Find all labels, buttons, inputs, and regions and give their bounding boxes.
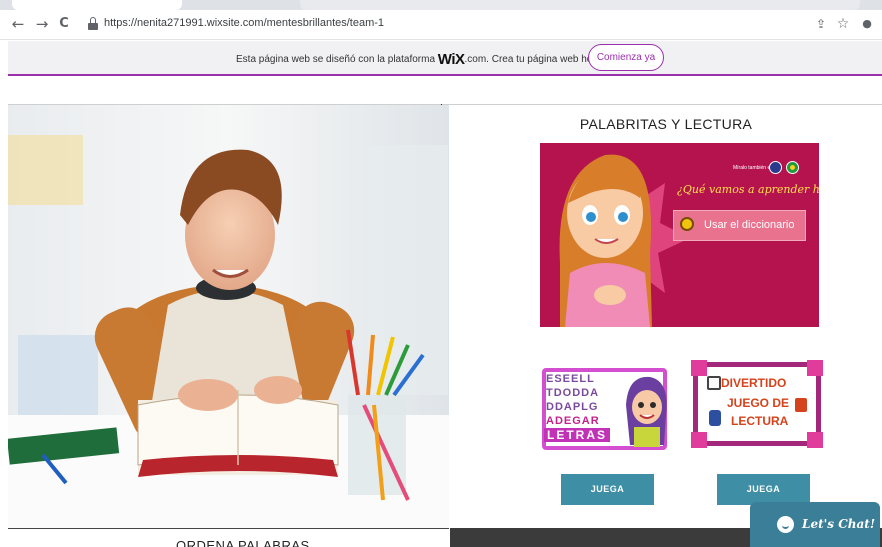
frame-corner: [691, 432, 707, 448]
frame-corner: [807, 432, 823, 448]
thumbnail-line: JUEGO DE: [727, 396, 790, 410]
thumbnail-line: DIVERTIDO: [721, 376, 787, 390]
back-icon[interactable]: ←: [8, 14, 28, 34]
order-words-label: ORDENA PALABRAS: [176, 538, 310, 547]
girl-character-icon: [626, 376, 667, 447]
url-text[interactable]: https://nenita271991.wixsite.com/mentesb…: [104, 17, 384, 29]
profile-icon[interactable]: ●: [858, 15, 876, 33]
game-question: ¿Qué vamos a aprender hoy?: [677, 183, 819, 196]
address-bar[interactable]: https://nenita271991.wixsite.com/mentesb…: [80, 13, 860, 35]
reading-game-banner[interactable]: Míralo también en: ¿Qué vamos a aprender…: [540, 143, 819, 327]
chat-smile-icon: [777, 516, 794, 533]
bee-icon: [680, 217, 694, 231]
reload-icon[interactable]: C: [54, 14, 74, 34]
reading-game-thumbnail[interactable]: DIVERTIDO JUEGO DE LECTURA: [691, 360, 823, 448]
reader-icon: [709, 410, 721, 426]
play-button-reading-game[interactable]: JUEGA: [717, 474, 810, 505]
browser-toolbar: ← → C https://nenita271991.wixsite.com/m…: [0, 10, 882, 40]
share-icon[interactable]: ⇪: [812, 15, 830, 33]
english-flag-icon[interactable]: [769, 161, 782, 174]
lock-icon: [88, 17, 98, 31]
letras-banner: LETRAS: [544, 428, 610, 442]
grid-row: TDODDA: [546, 387, 600, 399]
frame-corner: [691, 360, 707, 376]
wix-logo: WiX: [437, 51, 465, 68]
start-now-button[interactable]: Comienza ya: [588, 44, 664, 71]
thumbnail-line: LECTURA: [731, 414, 789, 428]
grid-row: ADEGAR: [546, 415, 600, 427]
section-title: PALABRITAS Y LECTURA: [579, 116, 753, 132]
star-icon[interactable]: ☆: [834, 15, 852, 33]
dice-icon: [707, 376, 721, 390]
wix-promo-message: Esta página web se diseñó con la platafo…: [236, 51, 600, 68]
portuguese-flag-icon[interactable]: [786, 161, 799, 174]
chat-label: Let's Chat!: [802, 517, 876, 531]
section-strip-left: ORDENA PALABRAS: [8, 528, 449, 547]
wix-promo-banner: Esta página web se diseñó con la platafo…: [8, 41, 882, 76]
word-search-game-thumbnail[interactable]: ESEELL TDODDA DDAPLG ADEGAR LETRAS: [542, 363, 674, 453]
chat-widget[interactable]: Let's Chat!: [750, 502, 880, 547]
tab-strip-background: [300, 0, 860, 10]
tab-active[interactable]: [12, 0, 182, 10]
book-icon: [795, 398, 807, 412]
boy-reading-image: [8, 105, 449, 528]
play-button-word-search[interactable]: JUEGA: [561, 474, 654, 505]
grid-row: ESEELL: [546, 373, 595, 385]
forward-icon[interactable]: →: [32, 14, 52, 34]
frame-corner: [807, 360, 823, 376]
grid-row: DDAPLG: [546, 401, 599, 413]
tab-strip: [0, 0, 882, 10]
